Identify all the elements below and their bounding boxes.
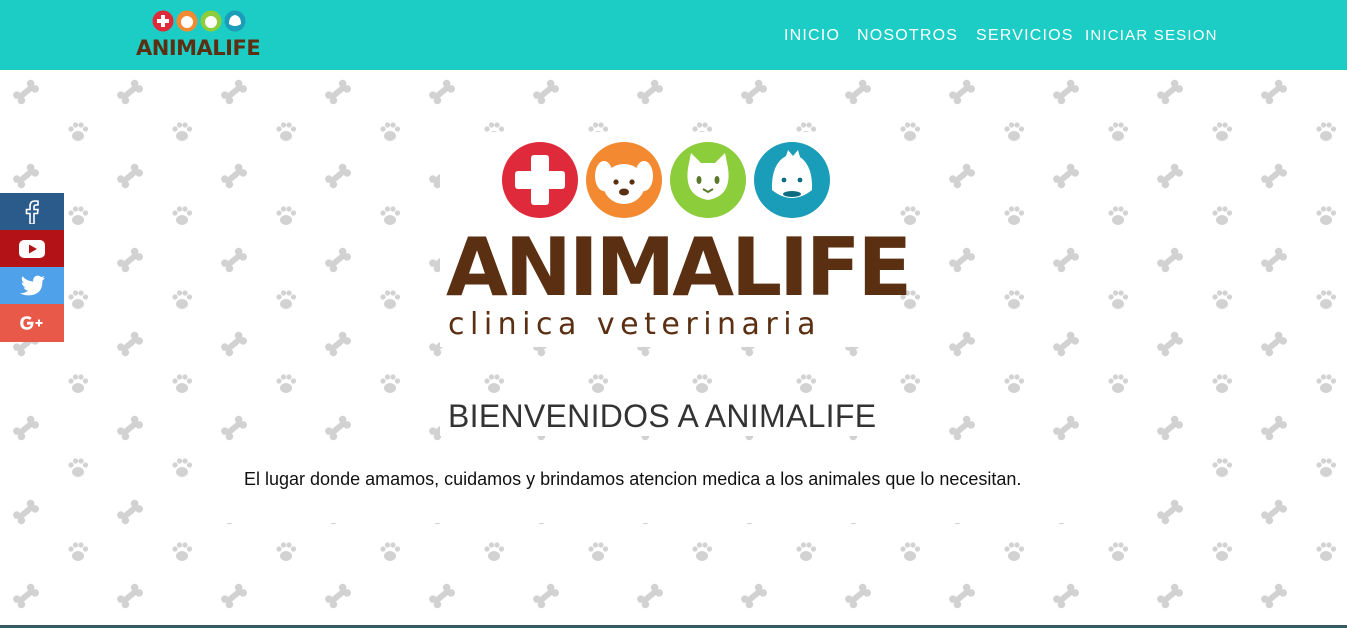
hero-logo: ANIMALIFE clinica veterinaria: [440, 132, 912, 347]
welcome-description: El lugar donde amamos, cuidamos y brinda…: [244, 469, 1022, 489]
nav-iniciar-sesion[interactable]: INICIAR SESION: [1085, 27, 1218, 45]
header-logo[interactable]: ANIMALIFE: [136, 10, 261, 60]
site-header: ANIMALIFE INICIO NOSOTROS SERVICIOS INIC…: [0, 0, 1347, 70]
facebook-button[interactable]: [0, 193, 64, 230]
twitter-icon: [19, 275, 45, 295]
logo-icons: [152, 10, 246, 32]
nav-nosotros[interactable]: NOSOTROS: [857, 27, 958, 45]
youtube-icon: [19, 239, 45, 258]
nav-servicios[interactable]: SERVICIOS: [976, 27, 1074, 45]
twitter-button[interactable]: [0, 267, 64, 304]
hero-logo-text: ANIMALIFE: [446, 221, 912, 314]
youtube-button[interactable]: [0, 230, 64, 267]
hero-logo-subtitle: clinica veterinaria: [448, 307, 821, 342]
hero-logo-icons: [502, 142, 830, 218]
social-sidebar: [0, 193, 64, 342]
nav-inicio[interactable]: INICIO: [784, 27, 840, 45]
google-plus-icon: [20, 316, 43, 330]
welcome-title: BIENVENIDOS A ANIMALIFE: [448, 398, 877, 434]
header-logo-text: ANIMALIFE: [136, 36, 261, 60]
google-plus-button[interactable]: [0, 304, 64, 342]
facebook-icon: [25, 199, 39, 224]
